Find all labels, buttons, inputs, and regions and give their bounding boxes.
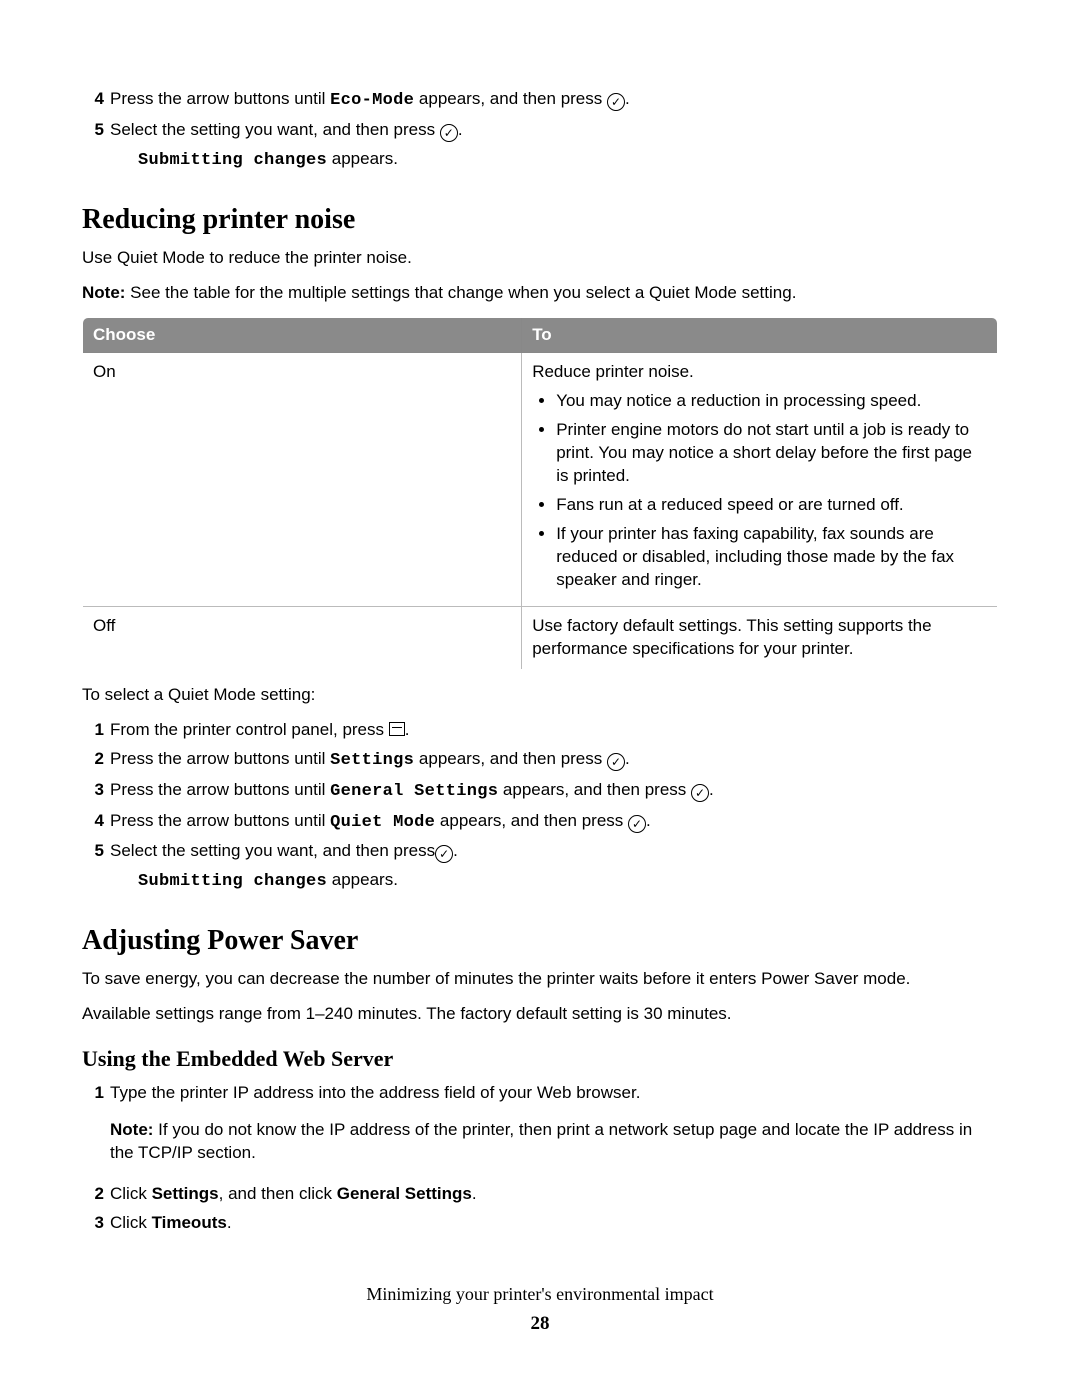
mono-term: Quiet Mode (330, 813, 435, 832)
power-p1: To save energy, you can decrease the num… (82, 968, 998, 991)
step-text: appears, and then press (435, 811, 628, 830)
page-number: 28 (82, 1311, 998, 1337)
step-tail: . (646, 811, 651, 830)
step-2: 2 Click Settings, and then click General… (82, 1183, 998, 1206)
step-tail: . (458, 120, 463, 139)
step-tail: . (405, 720, 410, 739)
step-3: 3 Click Timeouts. (82, 1212, 998, 1235)
step-text: , and then click (219, 1184, 337, 1203)
table-row: Off Use factory default settings. This s… (83, 606, 998, 669)
step-4: 4 Press the arrow buttons until Eco-Mode… (82, 88, 998, 113)
step-number: 2 (82, 1183, 104, 1206)
step-5: 5 Select the setting you want, and then … (82, 840, 998, 894)
menu-icon (389, 722, 405, 736)
mono-term: Submitting changes (138, 151, 327, 170)
step-2: 2 Press the arrow buttons until Settings… (82, 748, 998, 773)
step-text: Select the setting you want, and then pr… (110, 120, 440, 139)
footer-text: Minimizing your printer's environmental … (82, 1282, 998, 1306)
heading-embedded-web-server: Using the Embedded Web Server (82, 1044, 998, 1074)
step-3: 3 Press the arrow buttons until General … (82, 779, 998, 804)
quiet-mode-steps: 1 From the printer control panel, press … (82, 719, 998, 895)
bold-term: Settings (152, 1184, 219, 1203)
bold-term: Timeouts (152, 1213, 227, 1232)
list-item: Fans run at a reduced speed or are turne… (556, 494, 987, 517)
step-number: 4 (82, 810, 104, 835)
check-icon: ✓ (435, 845, 453, 863)
step-tail: . (625, 89, 630, 108)
step-tail: . (227, 1213, 232, 1232)
note-label: Note: (110, 1120, 153, 1139)
step-note: Note: If you do not know the IP address … (110, 1119, 998, 1165)
power-p2: Available settings range from 1–240 minu… (82, 1003, 998, 1026)
step-text: appears. (327, 870, 398, 889)
table-header-to: To (522, 317, 998, 353)
step-number: 4 (82, 88, 104, 113)
top-steps: 4 Press the arrow buttons until Eco-Mode… (82, 88, 998, 173)
cell-intro: Reduce printer noise. (532, 361, 987, 384)
step-1: 1 Type the printer IP address into the a… (82, 1082, 998, 1177)
step-number: 5 (82, 840, 104, 894)
step-text: Click (110, 1184, 152, 1203)
check-icon: ✓ (607, 93, 625, 111)
step-tail: . (472, 1184, 477, 1203)
mono-term: General Settings (330, 782, 498, 801)
mono-term: Submitting changes (138, 872, 327, 891)
power-steps: 1 Type the printer IP address into the a… (82, 1082, 998, 1235)
check-icon: ✓ (440, 124, 458, 142)
cell-to: Reduce printer noise. You may notice a r… (522, 353, 998, 606)
step-tail: . (453, 841, 458, 860)
step-text: Press the arrow buttons until (110, 89, 330, 108)
cell-to: Use factory default settings. This setti… (522, 606, 998, 669)
page-footer: Minimizing your printer's environmental … (82, 1282, 998, 1336)
note-text: See the table for the multiple settings … (125, 283, 796, 302)
step-text: Press the arrow buttons until (110, 811, 330, 830)
step-1: 1 From the printer control panel, press … (82, 719, 998, 742)
note-line: Note: See the table for the multiple set… (82, 282, 998, 305)
step-number: 2 (82, 748, 104, 773)
step-number: 3 (82, 779, 104, 804)
list-item: Printer engine motors do not start until… (556, 419, 987, 488)
step-sub: Submitting changes appears. (138, 148, 998, 173)
check-icon: ✓ (607, 753, 625, 771)
step-number: 1 (82, 1082, 104, 1177)
list-item: If your printer has faxing capability, f… (556, 523, 987, 592)
step-text: appears, and then press (414, 89, 607, 108)
quiet-mode-table: Choose To On Reduce printer noise. You m… (82, 317, 998, 670)
cell-choose: Off (83, 606, 522, 669)
intro-text: Use Quiet Mode to reduce the printer noi… (82, 247, 998, 270)
step-text: Press the arrow buttons until (110, 780, 330, 799)
cell-choose: On (83, 353, 522, 606)
select-intro: To select a Quiet Mode setting: (82, 684, 998, 707)
note-label: Note: (82, 283, 125, 302)
note-text: If you do not know the IP address of the… (110, 1120, 972, 1162)
check-icon: ✓ (691, 784, 709, 802)
heading-adjusting-power-saver: Adjusting Power Saver (82, 922, 998, 960)
mono-term: Eco-Mode (330, 91, 414, 110)
step-4: 4 Press the arrow buttons until Quiet Mo… (82, 810, 998, 835)
bold-term: General Settings (337, 1184, 472, 1203)
step-number: 5 (82, 119, 104, 173)
check-icon: ✓ (628, 815, 646, 833)
mono-term: Settings (330, 751, 414, 770)
heading-reducing-printer-noise: Reducing printer noise (82, 201, 998, 239)
step-number: 1 (82, 719, 104, 742)
step-text: Press the arrow buttons until (110, 749, 330, 768)
table-header-choose: Choose (83, 317, 522, 353)
step-text: appears. (327, 149, 398, 168)
step-5: 5 Select the setting you want, and then … (82, 119, 998, 173)
step-text: Select the setting you want, and then pr… (110, 841, 435, 860)
list-item: You may notice a reduction in processing… (556, 390, 987, 413)
step-text: Type the printer IP address into the add… (110, 1083, 640, 1102)
step-text: appears, and then press (414, 749, 607, 768)
step-tail: . (709, 780, 714, 799)
step-number: 3 (82, 1212, 104, 1235)
step-text: From the printer control panel, press (110, 720, 389, 739)
step-sub: Submitting changes appears. (138, 869, 998, 894)
step-text: Click (110, 1213, 152, 1232)
step-tail: . (625, 749, 630, 768)
step-text: appears, and then press (498, 780, 691, 799)
table-row: On Reduce printer noise. You may notice … (83, 353, 998, 606)
cell-bullets: You may notice a reduction in processing… (532, 390, 987, 592)
